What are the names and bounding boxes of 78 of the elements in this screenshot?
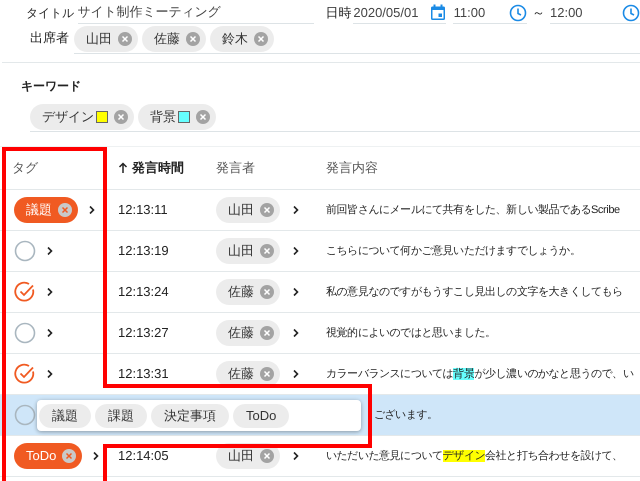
empty-circle-icon[interactable] (14, 240, 36, 262)
time-text: 12:14:05 (118, 448, 169, 464)
field-label: 日時 (326, 4, 353, 22)
chip-label: 背景 (150, 108, 176, 126)
title-field[interactable]: サイト制作ミーティング (78, 2, 314, 24)
tag-label: 議題 (26, 201, 52, 220)
time-text: 12:13:24 (118, 284, 169, 300)
remove-icon[interactable] (260, 367, 274, 381)
attendees-field[interactable]: 山田 佐藤 鈴木 (74, 26, 640, 54)
tag-option[interactable]: ToDo (233, 404, 290, 428)
chip-label: デザイン (42, 108, 94, 126)
chevron-right-icon[interactable] (88, 205, 96, 215)
message-text: 私の意見なのですがもうすこし見出しの文字を大きくしてもら (326, 284, 624, 300)
field-label: 出席者 (30, 29, 70, 47)
time-text: 12:13:11 (118, 202, 168, 218)
check-circle-icon[interactable] (14, 281, 36, 303)
tag-label: ToDo (26, 447, 56, 466)
tag-option[interactable]: 議題 (39, 404, 91, 428)
time-text: 12:13:27 (118, 325, 169, 340)
remove-icon[interactable] (62, 449, 76, 463)
chip-label: 山田 (86, 30, 112, 48)
tag-option[interactable]: 課題 (95, 404, 147, 428)
chevron-right-icon[interactable] (292, 369, 300, 379)
column-header[interactable]: 発言時間 (132, 158, 184, 178)
chevron-right-icon[interactable] (292, 451, 300, 461)
time-text: 12:13:31 (118, 366, 169, 382)
chevron-right-icon[interactable] (46, 246, 54, 256)
chip-label: 佐藤 (228, 283, 254, 302)
message-text: ございます。 (373, 408, 439, 423)
column-header[interactable]: タグ (12, 158, 38, 178)
check-circle-icon[interactable] (14, 363, 36, 385)
chevron-right-icon[interactable] (46, 287, 54, 297)
message-text: こちらについて何かご意見いただけますでしょうか。 (326, 244, 582, 259)
clock-icon[interactable] (622, 4, 640, 22)
selected-row[interactable]: 議題 課題 決定事項 ToDo ございます。 (0, 395, 640, 436)
chevron-right-icon[interactable] (46, 369, 54, 379)
remove-icon[interactable] (254, 32, 268, 46)
message-text: いただいた意見についてデザイン会社と打ち合わせを設けて、 (326, 448, 624, 464)
chevron-right-icon[interactable] (292, 287, 300, 297)
chevron-right-icon[interactable] (292, 246, 300, 256)
remove-icon[interactable] (260, 449, 274, 463)
remove-icon[interactable] (260, 203, 274, 217)
remove-icon[interactable] (260, 285, 274, 299)
remove-icon[interactable] (58, 203, 72, 217)
field-label: タイトル (26, 5, 75, 22)
message-text: 視覚的によいのではと思いました。 (326, 326, 497, 341)
keywords-field[interactable]: デザイン 背景 (30, 104, 640, 132)
remove-icon[interactable] (260, 326, 274, 340)
chevron-right-icon[interactable] (292, 328, 300, 338)
column-header[interactable]: 発言者 (216, 158, 255, 178)
chip-label: 佐藤 (228, 324, 254, 342)
chevron-right-icon[interactable] (92, 451, 100, 461)
remove-icon[interactable] (114, 110, 128, 124)
chip-label: 佐藤 (154, 30, 180, 48)
chip-label: 山田 (228, 242, 254, 260)
chip-label: 山田 (228, 447, 254, 466)
chip-label: 鈴木 (222, 30, 248, 48)
empty-circle-icon[interactable] (14, 322, 36, 344)
remove-icon[interactable] (118, 32, 132, 46)
column-header[interactable]: 発言内容 (326, 158, 378, 178)
calendar-icon[interactable] (430, 4, 446, 21)
clock-icon[interactable] (509, 4, 527, 22)
chip-label: 山田 (228, 201, 254, 220)
section-heading: キーワード (21, 78, 81, 95)
chip-label: 佐藤 (228, 365, 254, 384)
tag-option[interactable]: 決定事項 (151, 404, 229, 428)
date-field[interactable]: 2020/05/01 (353, 2, 446, 24)
remove-icon[interactable] (186, 32, 200, 46)
chevron-right-icon[interactable] (292, 205, 300, 215)
start-time-field[interactable]: 11:00 (452, 2, 527, 24)
end-time-field[interactable]: 12:00 (550, 2, 640, 24)
remove-icon[interactable] (196, 110, 210, 124)
time-text: 12:13:19 (118, 243, 169, 258)
range-separator: ～ (532, 4, 545, 22)
chevron-right-icon[interactable] (46, 328, 54, 338)
message-text: 前回皆さんにメールにて共有をした、新しい製品であるScribe (326, 202, 621, 218)
remove-icon[interactable] (260, 244, 274, 258)
sort-arrow-icon[interactable] (118, 162, 128, 174)
